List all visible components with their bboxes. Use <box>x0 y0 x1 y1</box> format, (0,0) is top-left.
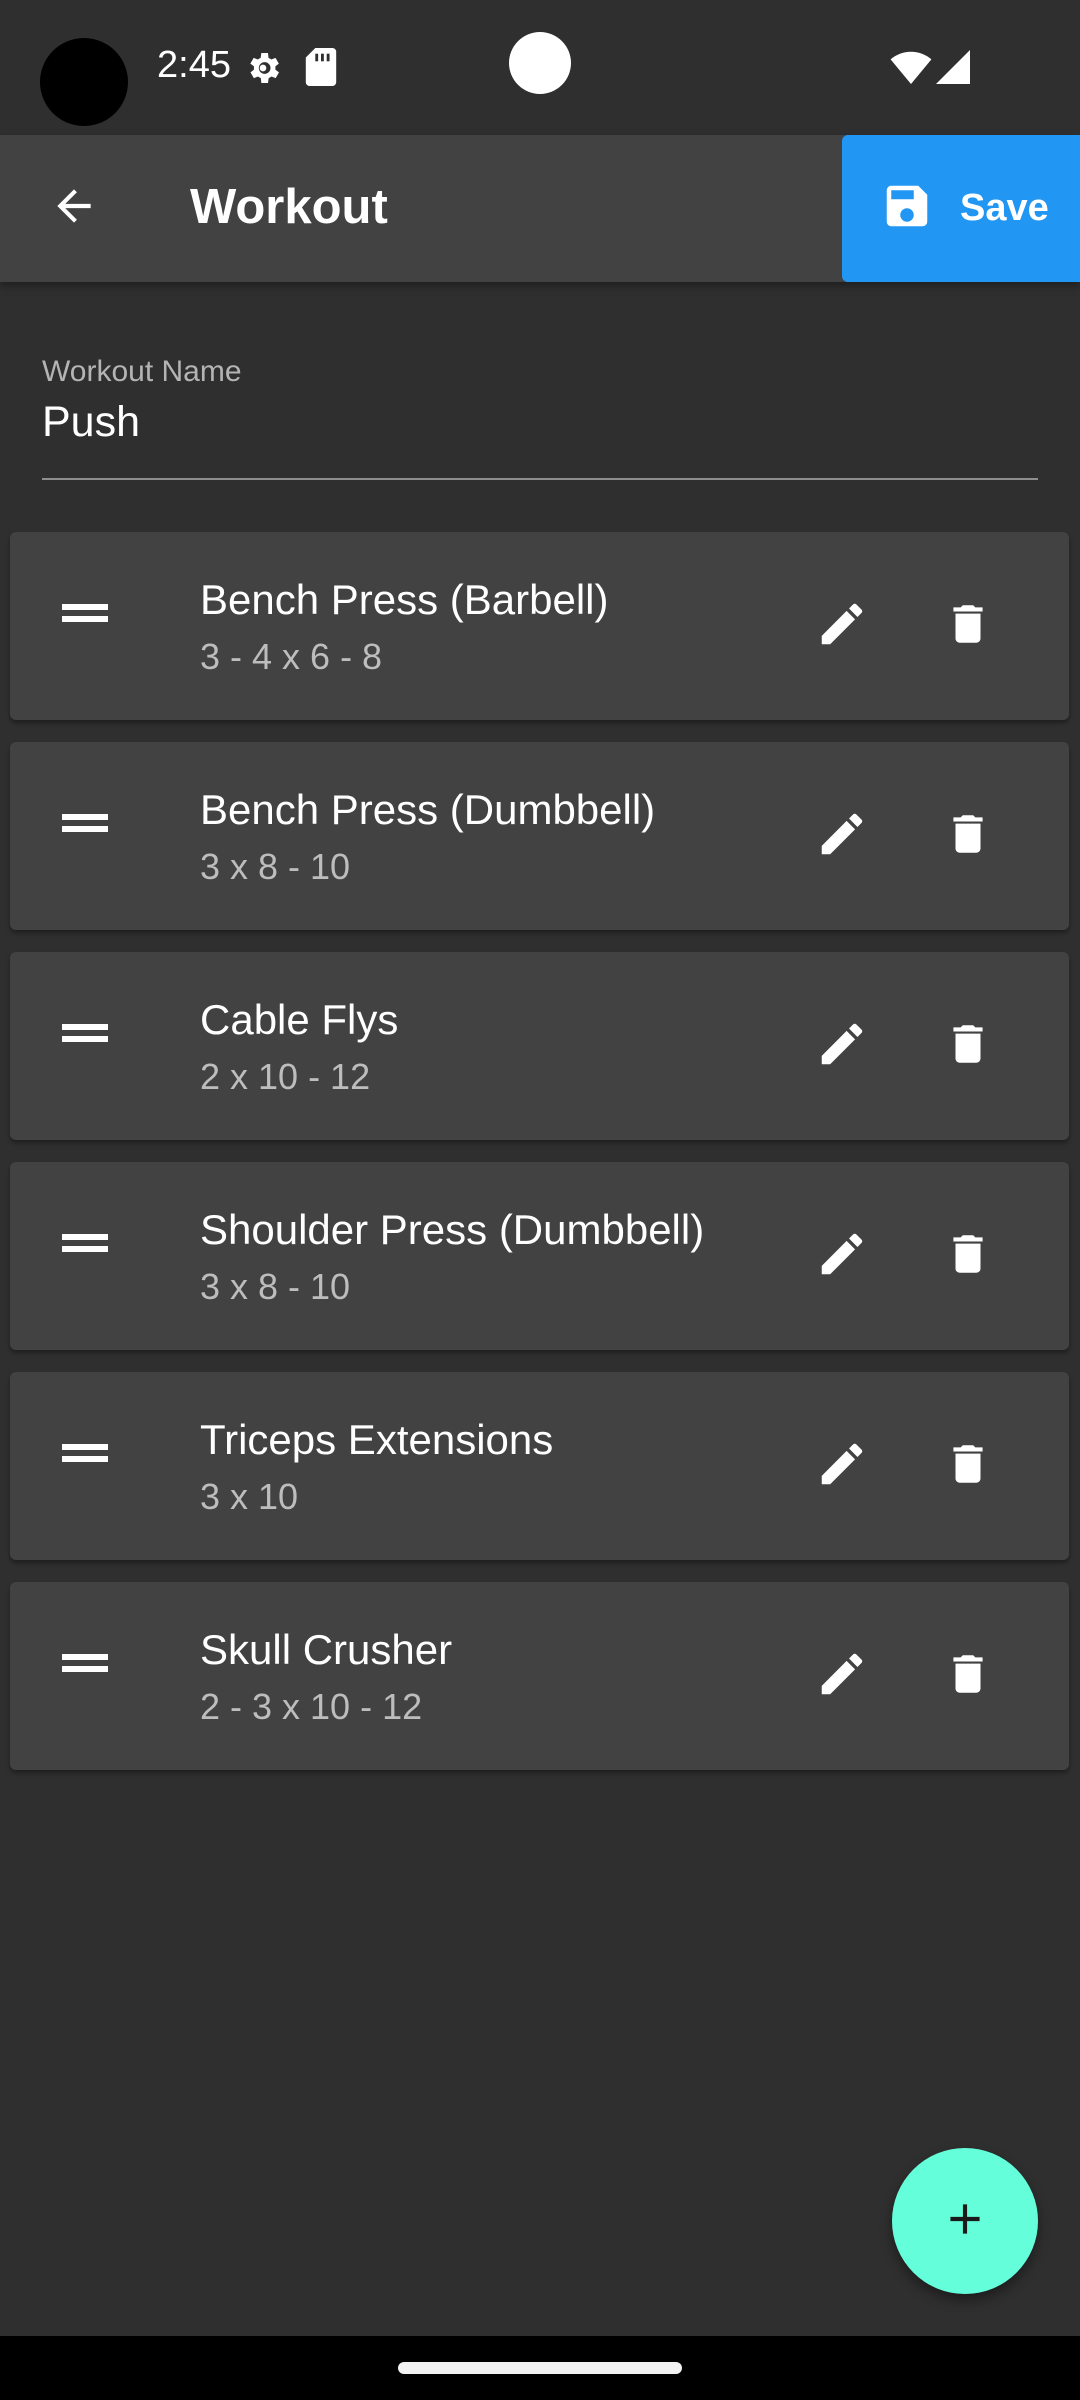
page-title: Workout <box>190 180 388 234</box>
trash-icon <box>943 807 993 866</box>
home-gesture-handle[interactable] <box>398 2362 682 2374</box>
cellular-signal-icon <box>936 50 970 89</box>
exercise-name: Shoulder Press (Dumbbell) <box>200 1206 705 1253</box>
edit-button[interactable] <box>802 796 882 876</box>
edit-button[interactable] <box>802 1636 882 1716</box>
pencil-icon <box>815 597 869 656</box>
drag-handle-icon[interactable] <box>62 1434 126 1474</box>
edit-button[interactable] <box>802 1426 882 1506</box>
camera-cutout <box>40 38 128 126</box>
exercise-card[interactable]: Bench Press (Barbell) 3 - 4 x 6 - 8 <box>10 532 1069 720</box>
workout-name-underline <box>42 478 1038 480</box>
sd-card-icon <box>305 48 337 91</box>
pencil-icon <box>815 1017 869 1076</box>
exercise-sets: 3 x 8 - 10 <box>200 846 351 887</box>
floppy-disk-icon <box>880 179 934 238</box>
drag-handle-icon[interactable] <box>62 1224 126 1264</box>
exercise-name: Cable Flys <box>200 996 399 1043</box>
exercise-card[interactable]: Bench Press (Dumbbell) 3 x 8 - 10 <box>10 742 1069 930</box>
pencil-icon <box>815 1227 869 1286</box>
exercise-sets: 3 x 8 - 10 <box>200 1266 351 1307</box>
front-camera <box>509 32 571 94</box>
delete-button[interactable] <box>928 1636 1008 1716</box>
wifi-icon <box>890 50 932 89</box>
status-time: 2:45 <box>157 44 231 86</box>
pencil-icon <box>815 1437 869 1496</box>
app-screen: 2:45 Workout Save Workout Name Push Benc… <box>0 0 1080 2336</box>
exercise-sets: 2 x 10 - 12 <box>200 1056 371 1097</box>
exercise-sets: 3 x 10 <box>200 1476 299 1517</box>
exercise-card[interactable]: Triceps Extensions 3 x 10 <box>10 1372 1069 1560</box>
exercise-sets: 2 - 3 x 10 - 12 <box>200 1686 423 1727</box>
edit-button[interactable] <box>802 1006 882 1086</box>
trash-icon <box>943 1437 993 1496</box>
exercise-sets: 3 - 4 x 6 - 8 <box>200 636 383 677</box>
edit-button[interactable] <box>802 1216 882 1296</box>
exercise-card[interactable]: Skull Crusher 2 - 3 x 10 - 12 <box>10 1582 1069 1770</box>
exercise-name: Bench Press (Barbell) <box>200 576 609 623</box>
trash-icon <box>943 1647 993 1706</box>
exercise-name: Skull Crusher <box>200 1626 453 1673</box>
pencil-icon <box>815 1647 869 1706</box>
pencil-icon <box>815 807 869 866</box>
settings-gear-icon <box>243 48 283 93</box>
save-button-label: Save <box>960 187 1049 229</box>
plus-icon <box>940 2194 990 2249</box>
app-bar: Workout Save <box>0 135 1080 282</box>
workout-name-input[interactable]: Push <box>42 398 140 447</box>
trash-icon <box>943 597 993 656</box>
exercise-name: Bench Press (Dumbbell) <box>200 786 656 833</box>
drag-handle-icon[interactable] <box>62 1644 126 1684</box>
trash-icon <box>943 1227 993 1286</box>
drag-handle-icon[interactable] <box>62 1014 126 1054</box>
exercise-name: Triceps Extensions <box>200 1416 554 1463</box>
delete-button[interactable] <box>928 796 1008 876</box>
drag-handle-icon[interactable] <box>62 804 126 844</box>
delete-button[interactable] <box>928 586 1008 666</box>
edit-button[interactable] <box>802 586 882 666</box>
add-exercise-button[interactable] <box>892 2148 1038 2294</box>
delete-button[interactable] <box>928 1426 1008 1506</box>
drag-handle-icon[interactable] <box>62 594 126 634</box>
delete-button[interactable] <box>928 1216 1008 1296</box>
arrow-left-icon <box>49 181 99 236</box>
trash-icon <box>943 1017 993 1076</box>
exercise-card[interactable]: Cable Flys 2 x 10 - 12 <box>10 952 1069 1140</box>
delete-button[interactable] <box>928 1006 1008 1086</box>
back-button[interactable] <box>36 171 111 246</box>
status-bar: 2:45 <box>0 0 1080 135</box>
workout-name-label: Workout Name <box>42 355 242 388</box>
exercise-card[interactable]: Shoulder Press (Dumbbell) 3 x 8 - 10 <box>10 1162 1069 1350</box>
save-button[interactable]: Save <box>842 135 1080 282</box>
